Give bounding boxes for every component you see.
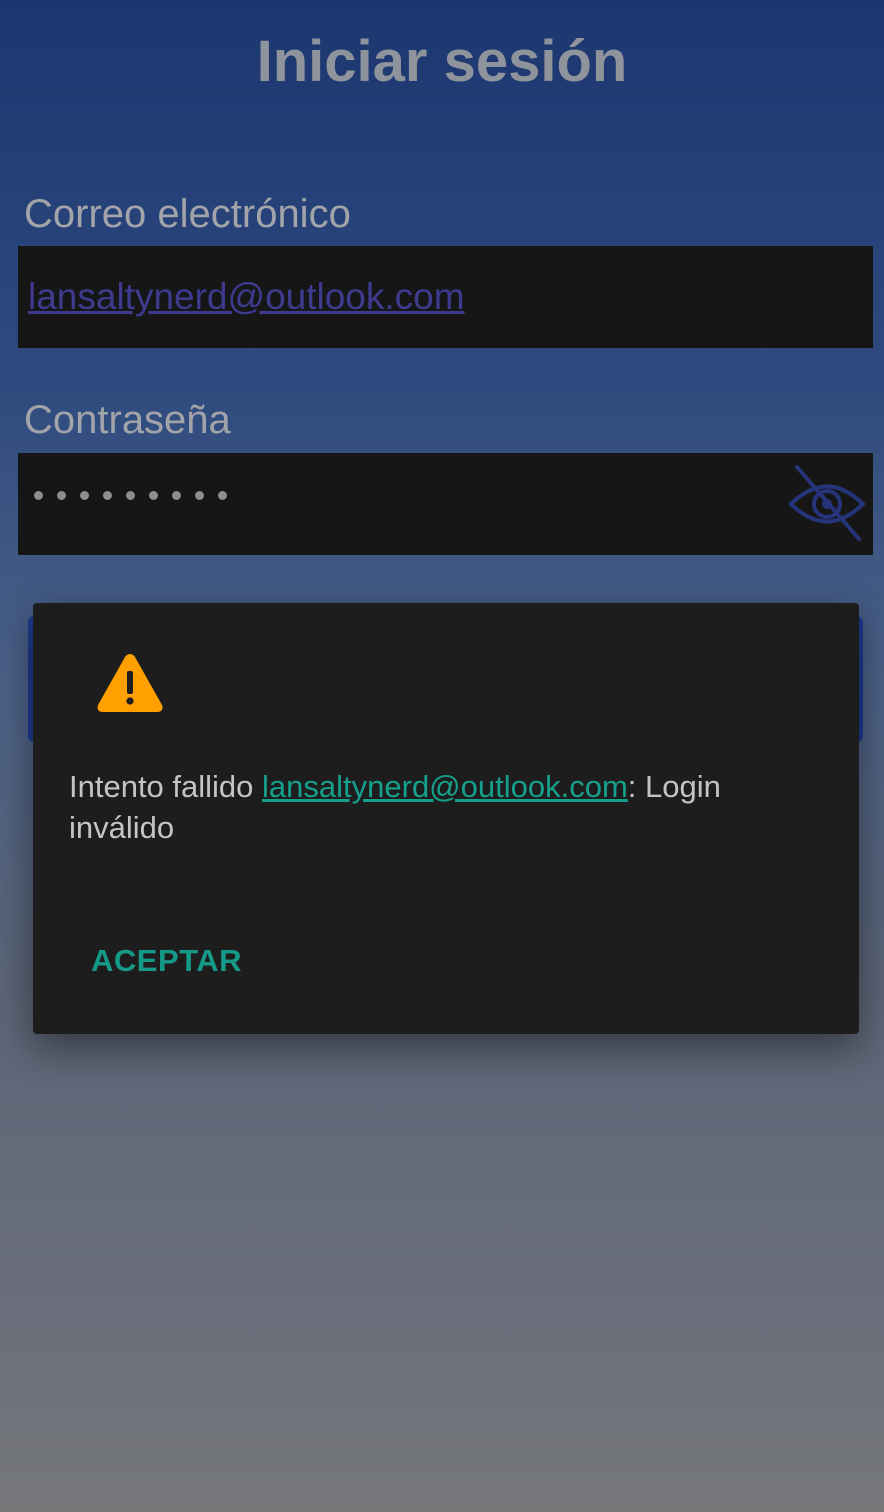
- password-field[interactable]: [18, 453, 873, 555]
- password-dot: [172, 491, 181, 500]
- eye-off-icon[interactable]: [787, 465, 867, 543]
- password-dots: [34, 491, 227, 500]
- error-dialog: Intento fallido lansaltynerd@outlook.com…: [33, 603, 859, 1034]
- dialog-message-prefix: Intento fallido: [69, 769, 263, 804]
- warning-icon: [95, 651, 165, 715]
- email-label: Correo electrónico: [24, 192, 351, 236]
- password-dot: [34, 491, 43, 500]
- password-dot: [80, 491, 89, 500]
- dialog-email-link[interactable]: lansaltynerd@outlook.com: [262, 769, 628, 804]
- accept-button[interactable]: ACEPTAR: [91, 941, 242, 981]
- page-title: Iniciar sesión: [256, 29, 628, 94]
- password-dot: [218, 491, 227, 500]
- password-dot: [195, 491, 204, 500]
- password-label: Contraseña: [24, 398, 231, 442]
- password-dot: [149, 491, 158, 500]
- email-value[interactable]: lansaltynerd@outlook.com: [28, 274, 465, 320]
- password-dot: [126, 491, 135, 500]
- password-dot: [103, 491, 112, 500]
- email-field[interactable]: lansaltynerd@outlook.com: [18, 246, 873, 348]
- password-dot: [57, 491, 66, 500]
- dialog-message: Intento fallido lansaltynerd@outlook.com…: [69, 766, 829, 848]
